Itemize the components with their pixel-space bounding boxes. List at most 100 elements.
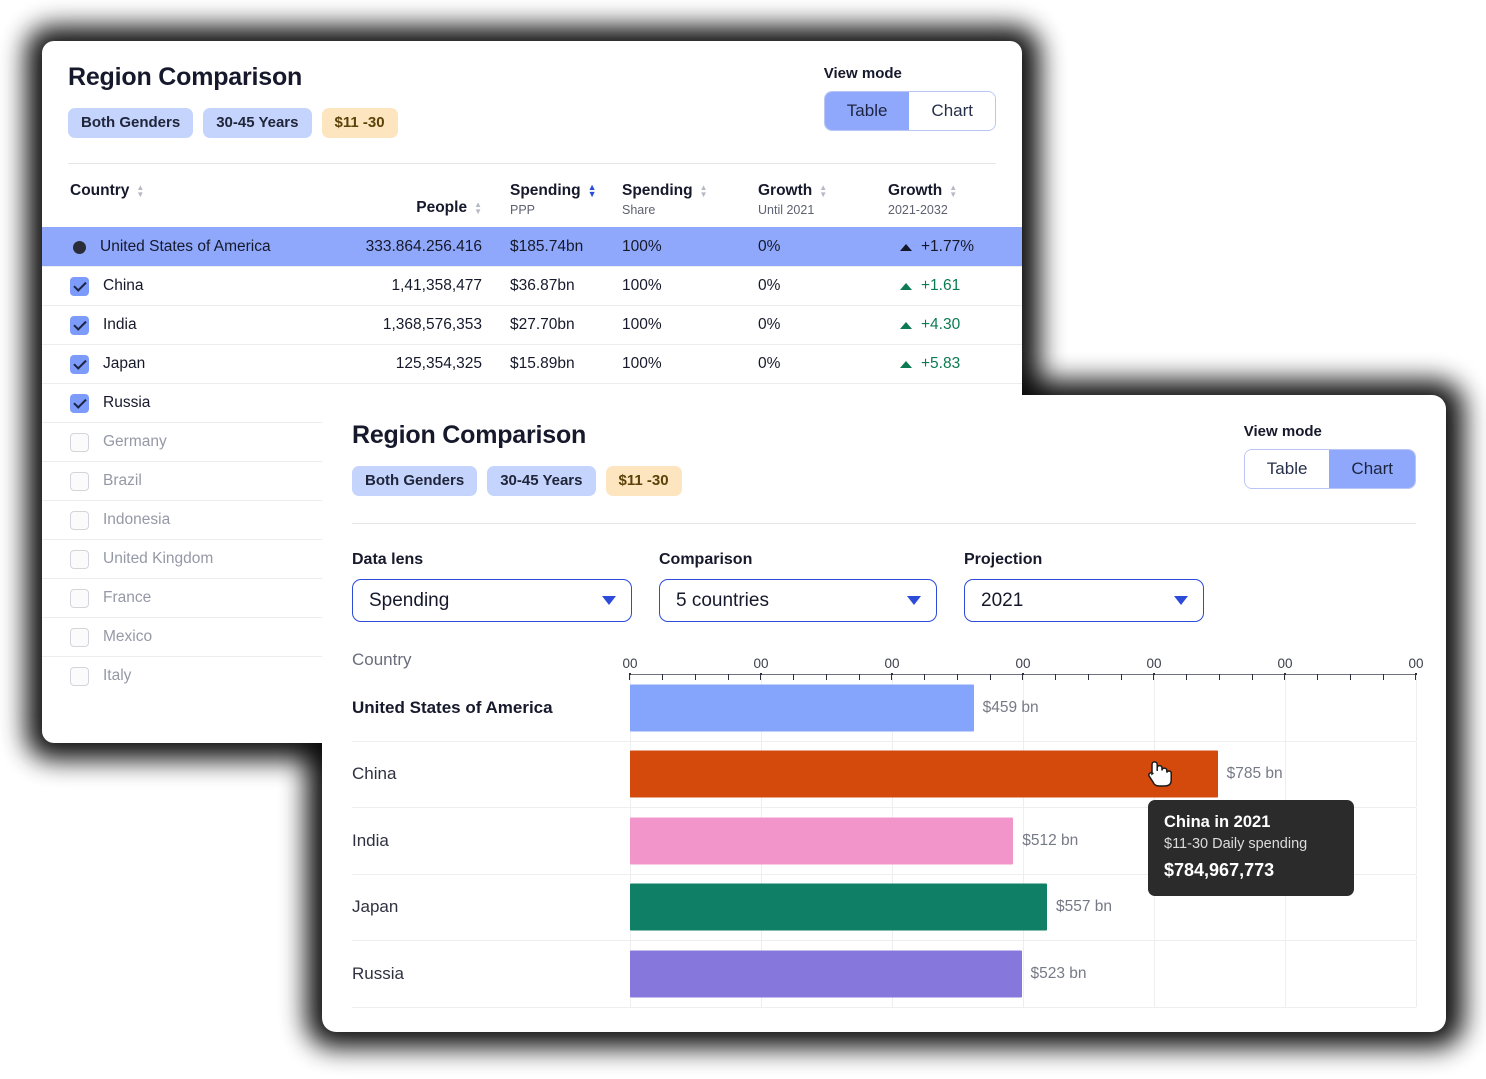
column-header-people[interactable]: People ▲ ▼ — [334, 182, 482, 217]
cell-growth-until: 0% — [758, 355, 781, 372]
cell-country: Italy — [42, 666, 334, 686]
bar-row[interactable]: United States of America $459 bn — [352, 675, 1417, 742]
selected-row-dot-icon[interactable] — [73, 240, 86, 254]
bar-japan[interactable] — [630, 883, 1047, 931]
sort-icon-people[interactable]: ▲ ▼ — [474, 201, 482, 216]
column-header-spending-share[interactable]: Spending ▲ ▼ Share — [620, 182, 758, 217]
data-lens-select[interactable]: Spending — [352, 579, 632, 622]
cell-spending-share: 100% — [622, 316, 662, 333]
row-checkbox-unchecked[interactable] — [70, 432, 89, 452]
table-row[interactable]: Japan 125,354,325 $15.89bn 100% 0% +5.83 — [42, 344, 1022, 383]
growth-up-arrow-icon — [900, 282, 912, 290]
cell-growth-future-wrap: +1.77% — [888, 238, 1006, 256]
column-header-growth-future[interactable]: Growth ▲ ▼ 2021-2032 — [888, 182, 1006, 217]
chart-chip-gender[interactable]: Both Genders — [352, 466, 478, 496]
row-checkbox-checked[interactable] — [70, 393, 89, 413]
view-mode-label: View mode — [823, 65, 902, 82]
cell-country-label: United Kingdom — [103, 550, 214, 567]
row-checkbox-unchecked[interactable] — [70, 471, 89, 491]
column-header-country[interactable]: Country ▲ ▼ — [42, 182, 334, 217]
cell-country-label: Japan — [103, 355, 146, 372]
chevron-down-icon — [1174, 596, 1188, 605]
cell-country-label: Germany — [103, 433, 167, 450]
cell-country-label: Brazil — [103, 472, 142, 489]
chart-gridline — [1416, 675, 1417, 741]
cell-spending-ppp: $27.70bn — [510, 316, 575, 333]
cell-people: 1,41,358,477 — [391, 277, 482, 294]
axis-tick-label: 00 — [1408, 656, 1424, 671]
bar-category-label: Russia — [352, 963, 404, 983]
comparison-label: Comparison — [659, 551, 753, 568]
bar-india[interactable] — [630, 817, 1014, 865]
chart-x-axis-scale: 00 00 00 00 00 00 00 — [622, 645, 1424, 680]
cell-spending-ppp: $185.74bn — [510, 238, 584, 255]
sort-icon-spending-share[interactable]: ▲ ▼ — [700, 184, 708, 199]
growth-up-arrow-icon — [900, 321, 912, 329]
row-checkbox-checked[interactable] — [70, 315, 89, 335]
row-checkbox-unchecked[interactable] — [70, 627, 89, 647]
row-checkbox-unchecked[interactable] — [70, 666, 89, 686]
bar-row[interactable]: China $785 bn — [352, 741, 1417, 808]
cell-people: 333.864.256.416 — [365, 238, 482, 255]
table-row[interactable]: India 1,368,576,353 $27.70bn 100% 0% +4.30 — [42, 305, 1022, 344]
view-mode-table-button[interactable]: Table — [824, 92, 910, 130]
cell-country: India — [42, 315, 334, 335]
column-header-people-label: People — [416, 199, 468, 216]
row-checkbox-checked[interactable] — [70, 354, 89, 374]
bar-category-label: Japan — [352, 897, 399, 917]
column-subheader-growth-future: 2021-2032 — [888, 203, 948, 217]
bar-track: $785 bn — [630, 741, 1417, 807]
row-checkbox-checked[interactable] — [70, 276, 89, 296]
data-lens-value: Spending — [369, 589, 450, 611]
table-row[interactable]: China 1,41,358,477 $36.87bn 100% 0% +1.61 — [42, 266, 1022, 305]
cell-country: China — [42, 276, 334, 296]
chart-view-mode-table-button[interactable]: Table — [1244, 450, 1330, 488]
cell-people: 1,368,576,353 — [382, 316, 482, 333]
chip-income[interactable]: $11 -30 — [321, 108, 398, 138]
axis-tick-label: 00 — [884, 656, 900, 671]
chart-header-divider — [352, 523, 1416, 524]
table-row[interactable]: United States of America 333.864.256.416 $… — [42, 227, 1022, 266]
screenshot-stage: Region Comparison Both Genders 30-45 Yea… — [0, 0, 1486, 1079]
cell-growth-future: +4.30 — [921, 316, 961, 333]
chip-age[interactable]: 30-45 Years — [203, 108, 312, 138]
comparison-select[interactable]: 5 countries — [659, 579, 937, 622]
bar-category-label: India — [352, 830, 389, 850]
column-header-growth-until[interactable]: Growth ▲ ▼ Until 2021 — [758, 182, 888, 217]
column-subheader-growth-until: Until 2021 — [758, 203, 815, 217]
bar-value-label: $557 bn — [1055, 898, 1112, 916]
cell-country-label: Mexico — [103, 628, 153, 645]
sort-icon-spending-ppp[interactable]: ▲ ▼ — [588, 183, 597, 199]
cell-growth-future-wrap: +4.30 — [888, 316, 1006, 334]
chart-axis: Country 00 00 00 00 00 00 00 — [352, 645, 1424, 680]
chart-chip-age[interactable]: 30-45 Years — [487, 466, 596, 496]
sort-icon-growth-future[interactable]: ▲ ▼ — [949, 184, 957, 199]
bar-row[interactable]: Russia $523 bn — [352, 941, 1417, 1008]
row-checkbox-unchecked[interactable] — [70, 549, 89, 569]
cell-growth-future: +5.83 — [921, 355, 961, 372]
cell-country: Indonesia — [42, 510, 334, 530]
row-checkbox-unchecked[interactable] — [70, 510, 89, 530]
tooltip-title: China in 2021 — [1164, 813, 1271, 831]
cell-country-label: China — [103, 277, 144, 294]
chart-chip-income[interactable]: $11 -30 — [605, 466, 682, 496]
row-checkbox-unchecked[interactable] — [70, 588, 89, 608]
bar-russia[interactable] — [630, 950, 1022, 998]
chip-gender[interactable]: Both Genders — [68, 108, 194, 138]
projection-select[interactable]: 2021 — [964, 579, 1204, 622]
bar-value-label: $512 bn — [1022, 831, 1079, 849]
sort-icon-growth-until[interactable]: ▲ ▼ — [819, 184, 827, 199]
bar-track: $459 bn — [630, 675, 1417, 741]
bar-category-label: China — [352, 764, 397, 784]
bar-china[interactable] — [630, 750, 1218, 798]
view-mode-chart-button[interactable]: Chart — [909, 92, 995, 130]
column-header-spending-ppp[interactable]: Spending ▲ ▼ PPP — [482, 182, 620, 217]
cell-spending-ppp: $15.89bn — [510, 355, 575, 372]
bar-united-states-of-america[interactable] — [630, 684, 974, 732]
data-lens-label: Data lens — [352, 551, 424, 568]
cell-growth-until: 0% — [758, 316, 781, 333]
tooltip-value: $784,967,773 — [1164, 860, 1275, 880]
chart-view-mode-chart-button[interactable]: Chart — [1329, 450, 1415, 488]
chart-gridline — [1153, 675, 1155, 741]
sort-icon-country[interactable]: ▲ ▼ — [136, 184, 144, 199]
